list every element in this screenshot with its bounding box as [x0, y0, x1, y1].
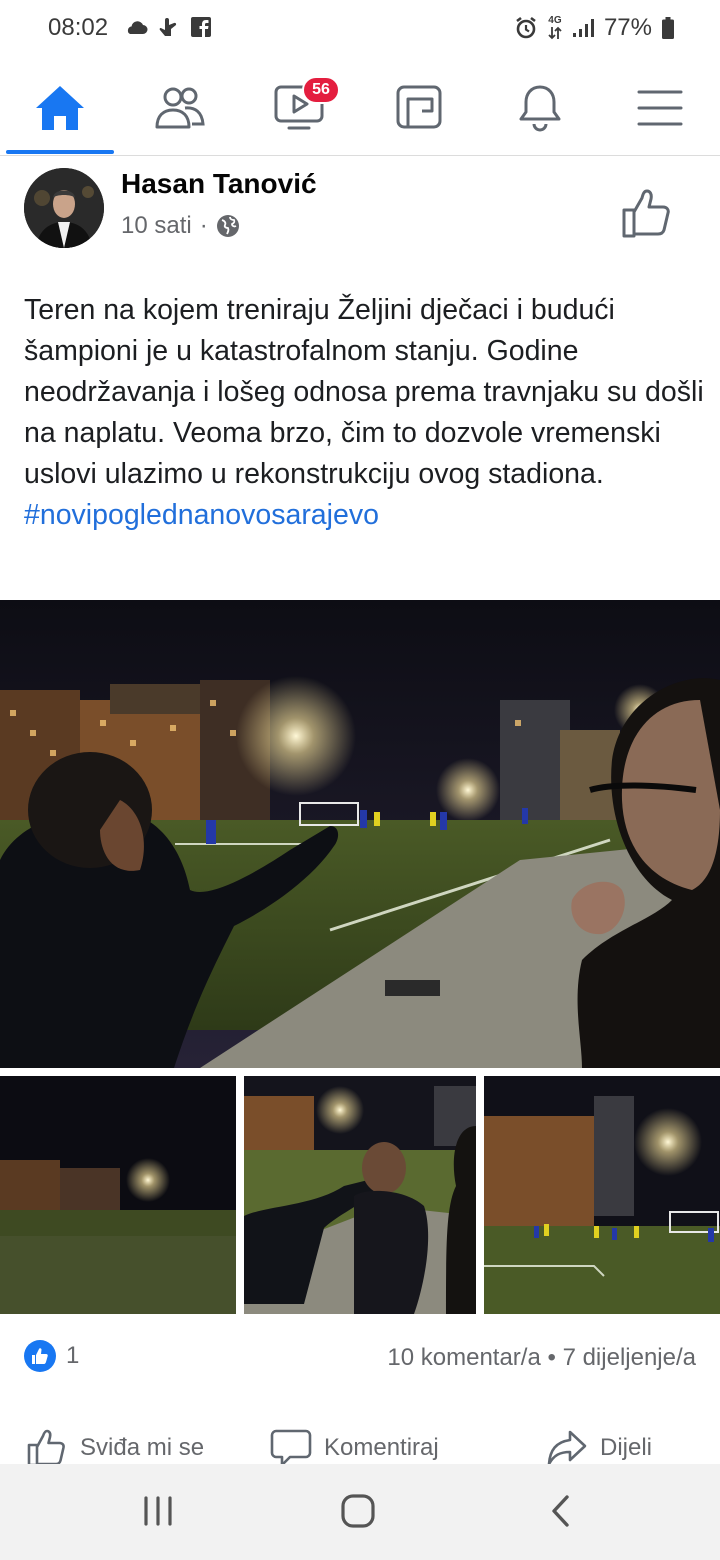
network-label: 4G — [548, 15, 562, 26]
nav-friends[interactable] — [120, 62, 240, 154]
home-button-icon — [341, 1494, 375, 1528]
recents-button[interactable] — [118, 1486, 198, 1536]
post-meta: 10 sati · — [121, 212, 240, 240]
post-photo-main[interactable] — [0, 600, 720, 1068]
facebook-icon — [191, 17, 211, 37]
nav-watch[interactable]: 56 — [240, 62, 360, 154]
home-icon — [36, 86, 84, 130]
menu-icon — [637, 90, 683, 126]
share-count[interactable]: 7 dijeljenje/a — [563, 1344, 696, 1371]
post-hashtag[interactable]: #novipoglednanovosarajevo — [24, 499, 379, 531]
comment-icon — [270, 1429, 312, 1467]
nav-menu[interactable] — [600, 62, 720, 154]
like-reaction-icon — [24, 1340, 56, 1372]
recents-icon — [144, 1496, 172, 1526]
author-name[interactable]: Hasan Tanović — [121, 168, 317, 200]
battery-percent: 77% — [603, 14, 652, 41]
post-photo-4[interactable] — [484, 1076, 720, 1314]
like-count: 1 — [66, 1342, 80, 1369]
cloud-icon — [127, 21, 148, 34]
alarm-icon — [516, 16, 536, 39]
status-right-icons: 4G 77% — [514, 14, 674, 42]
counts-dot: • — [547, 1344, 556, 1371]
post-body: Teren na kojem treniraju Željini dječaci… — [24, 294, 704, 490]
nav-groups[interactable] — [360, 62, 480, 154]
author-avatar[interactable] — [24, 168, 104, 248]
signal-icon — [572, 19, 594, 37]
like-page-icon[interactable] — [620, 188, 674, 240]
top-nav: 56 — [0, 62, 720, 156]
thumbs-up-icon — [27, 1429, 65, 1467]
like-label: Sviđa mi se — [80, 1434, 205, 1461]
engagement-counts: 10 komentar/a • 7 dijeljenje/a — [387, 1344, 696, 1372]
post-time[interactable]: 10 sati — [121, 212, 192, 240]
comment-count[interactable]: 10 komentar/a — [387, 1344, 540, 1371]
share-icon — [547, 1430, 587, 1466]
post-text: Teren na kojem treniraju Željini dječaci… — [24, 290, 704, 536]
groups-icon — [396, 85, 442, 129]
watch-badge: 56 — [302, 76, 340, 104]
android-nav-bar — [0, 1464, 720, 1560]
hand-icon — [159, 18, 177, 36]
battery-icon — [662, 17, 674, 39]
globe-icon — [216, 215, 239, 237]
reaction-summary[interactable]: 1 — [24, 1340, 79, 1372]
network-4g-icon: 4G — [548, 16, 562, 40]
notifications-icon — [519, 85, 561, 132]
share-label: Dijeli — [600, 1434, 653, 1461]
nav-notifications[interactable] — [480, 62, 600, 154]
nav-home[interactable] — [0, 62, 120, 154]
post-photo-3[interactable] — [244, 1076, 476, 1314]
status-bar: 08:02 4G 77% — [0, 0, 720, 62]
meta-separator: · — [199, 212, 208, 239]
comment-label: Komentiraj — [324, 1434, 439, 1461]
friends-icon — [155, 87, 205, 129]
back-button[interactable] — [520, 1486, 600, 1536]
status-left-icons — [124, 16, 212, 38]
home-nav-button[interactable] — [318, 1486, 398, 1536]
status-time: 08:02 — [48, 14, 109, 41]
back-icon — [552, 1495, 569, 1527]
post-photo-2[interactable] — [0, 1076, 236, 1314]
